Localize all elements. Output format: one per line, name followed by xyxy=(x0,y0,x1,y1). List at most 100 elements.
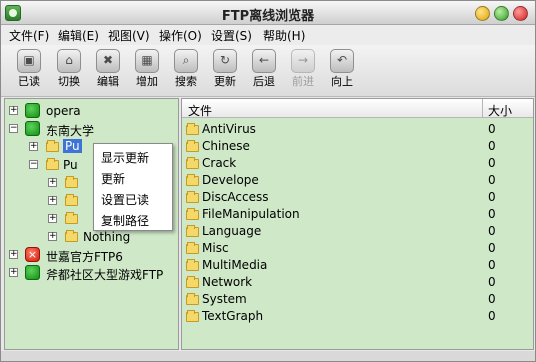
folder-icon xyxy=(186,123,199,135)
menu-help[interactable]: 帮助(H) xyxy=(263,27,305,44)
server-icon xyxy=(25,265,40,280)
expand-toggle[interactable]: + xyxy=(9,250,18,259)
expand-toggle[interactable]: + xyxy=(48,214,57,223)
folder-icon xyxy=(65,176,78,188)
file-row[interactable]: Language 0 xyxy=(182,223,533,240)
server-icon xyxy=(25,121,40,136)
add-icon xyxy=(135,49,159,73)
file-list[interactable]: 文件 大小 AntiVirus 0 Chinese 0 Crack 0 Develop… xyxy=(181,98,534,350)
file-row[interactable]: System 0 xyxy=(182,291,533,308)
toolbar-label: 已读 xyxy=(18,75,40,88)
file-size: 0 xyxy=(488,309,496,323)
expand-toggle[interactable]: + xyxy=(29,142,38,151)
menu-item-copy-path[interactable]: 复制路径 xyxy=(101,212,149,229)
menu-item-update[interactable]: 更新 xyxy=(101,170,125,187)
toolbar: 已读 切换 编辑 增加 搜索 更新 后退 前进 xyxy=(1,45,535,97)
file-name: TextGraph xyxy=(202,309,264,323)
column-name[interactable]: 文件 xyxy=(188,102,212,119)
tree-label: Nothing xyxy=(83,230,131,244)
file-row[interactable]: Chinese 0 xyxy=(182,138,533,155)
menu-file[interactable]: 文件(F) xyxy=(9,27,49,44)
file-size: 0 xyxy=(488,224,496,238)
file-row[interactable]: Misc 0 xyxy=(182,240,533,257)
app-window: FTP离线浏览器 文件(F) 编辑(E) 视图(V) 操作(O) 设置(S) 帮… xyxy=(0,0,536,362)
back-button[interactable]: 后退 xyxy=(247,49,281,95)
minimize-button[interactable] xyxy=(475,6,490,21)
maximize-button[interactable] xyxy=(494,6,509,21)
file-name: System xyxy=(202,292,247,306)
edit-button[interactable]: 编辑 xyxy=(91,49,125,95)
collapse-toggle[interactable]: − xyxy=(9,124,18,133)
switch-icon xyxy=(57,49,81,73)
tree-node-nothing[interactable]: + Nothing xyxy=(48,229,178,245)
folder-icon xyxy=(186,157,199,169)
tree-node-opera[interactable]: + opera xyxy=(9,103,178,119)
mark-read-button[interactable]: 已读 xyxy=(12,49,46,95)
file-row[interactable]: FileManipulation 0 xyxy=(182,206,533,223)
folder-icon xyxy=(186,191,199,203)
menu-operation[interactable]: 操作(O) xyxy=(159,27,202,44)
folder-icon xyxy=(46,158,59,170)
file-size: 0 xyxy=(488,173,496,187)
file-size: 0 xyxy=(488,207,496,221)
expand-toggle[interactable]: + xyxy=(48,178,57,187)
file-size: 0 xyxy=(488,292,496,306)
search-button[interactable]: 搜索 xyxy=(169,49,203,95)
add-button[interactable]: 增加 xyxy=(130,49,164,95)
collapse-toggle[interactable]: − xyxy=(29,160,38,169)
expand-toggle[interactable]: + xyxy=(48,196,57,205)
folder-icon xyxy=(186,208,199,220)
tree-node-child[interactable]: + xyxy=(48,211,93,227)
menu-item-show-updates[interactable]: 显示更新 xyxy=(101,149,149,166)
expand-toggle[interactable]: + xyxy=(9,268,18,277)
tree-node-child[interactable]: + xyxy=(48,175,93,191)
tree-node-sega-ftp[interactable]: + × 世嘉官方FTP6 xyxy=(9,247,178,264)
up-button[interactable]: 向上 xyxy=(325,49,359,95)
file-row[interactable]: TextGraph 0 xyxy=(182,308,533,325)
menu-settings[interactable]: 设置(S) xyxy=(211,27,252,44)
edit-icon xyxy=(96,49,120,73)
file-row[interactable]: MultiMedia 0 xyxy=(182,257,533,274)
file-row[interactable]: Develope 0 xyxy=(182,172,533,189)
tree-label: Pu xyxy=(63,139,82,153)
search-icon xyxy=(174,49,198,73)
menu-item-mark-read[interactable]: 设置已读 xyxy=(101,191,149,208)
file-size: 0 xyxy=(488,241,496,255)
mark-read-icon xyxy=(17,49,41,73)
expand-toggle[interactable]: + xyxy=(9,106,18,115)
file-row[interactable]: DiscAccess 0 xyxy=(182,189,533,206)
menu-view[interactable]: 视图(V) xyxy=(108,27,150,44)
menu-edit[interactable]: 编辑(E) xyxy=(58,27,99,44)
expand-toggle[interactable]: + xyxy=(48,232,57,241)
tree-node-game-ftp[interactable]: + 斧都社区大型游戏FTP xyxy=(9,265,178,282)
tree-node-child[interactable]: + xyxy=(48,193,93,209)
folder-icon xyxy=(186,174,199,186)
refresh-button[interactable]: 更新 xyxy=(208,49,242,95)
folder-icon xyxy=(186,140,199,152)
file-row[interactable]: Network 0 xyxy=(182,274,533,291)
file-name: Chinese xyxy=(202,139,250,153)
file-size: 0 xyxy=(488,258,496,272)
title-bar[interactable]: FTP离线浏览器 xyxy=(1,1,535,25)
context-menu: 显示更新 更新 设置已读 复制路径 xyxy=(93,143,173,231)
folder-icon xyxy=(186,259,199,271)
server-icon xyxy=(25,103,40,118)
close-button[interactable] xyxy=(513,6,528,21)
folder-icon xyxy=(46,140,59,152)
file-row[interactable]: Crack 0 xyxy=(182,155,533,172)
file-name: Language xyxy=(202,224,262,238)
file-name: DiscAccess xyxy=(202,190,269,204)
folder-icon xyxy=(186,293,199,305)
tree-node-seu[interactable]: − 东南大学 xyxy=(9,121,178,138)
tree-label: opera xyxy=(46,104,81,118)
file-name: Develope xyxy=(202,173,259,187)
switch-button[interactable]: 切换 xyxy=(52,49,86,95)
column-separator[interactable] xyxy=(482,99,483,118)
toolbar-label: 切换 xyxy=(58,75,80,88)
server-error-icon: × xyxy=(25,247,40,262)
file-row[interactable]: AntiVirus 0 xyxy=(182,121,533,138)
forward-button[interactable]: 前进 xyxy=(286,49,320,95)
file-size: 0 xyxy=(488,275,496,289)
file-size: 0 xyxy=(488,139,496,153)
column-size[interactable]: 大小 xyxy=(488,102,512,119)
